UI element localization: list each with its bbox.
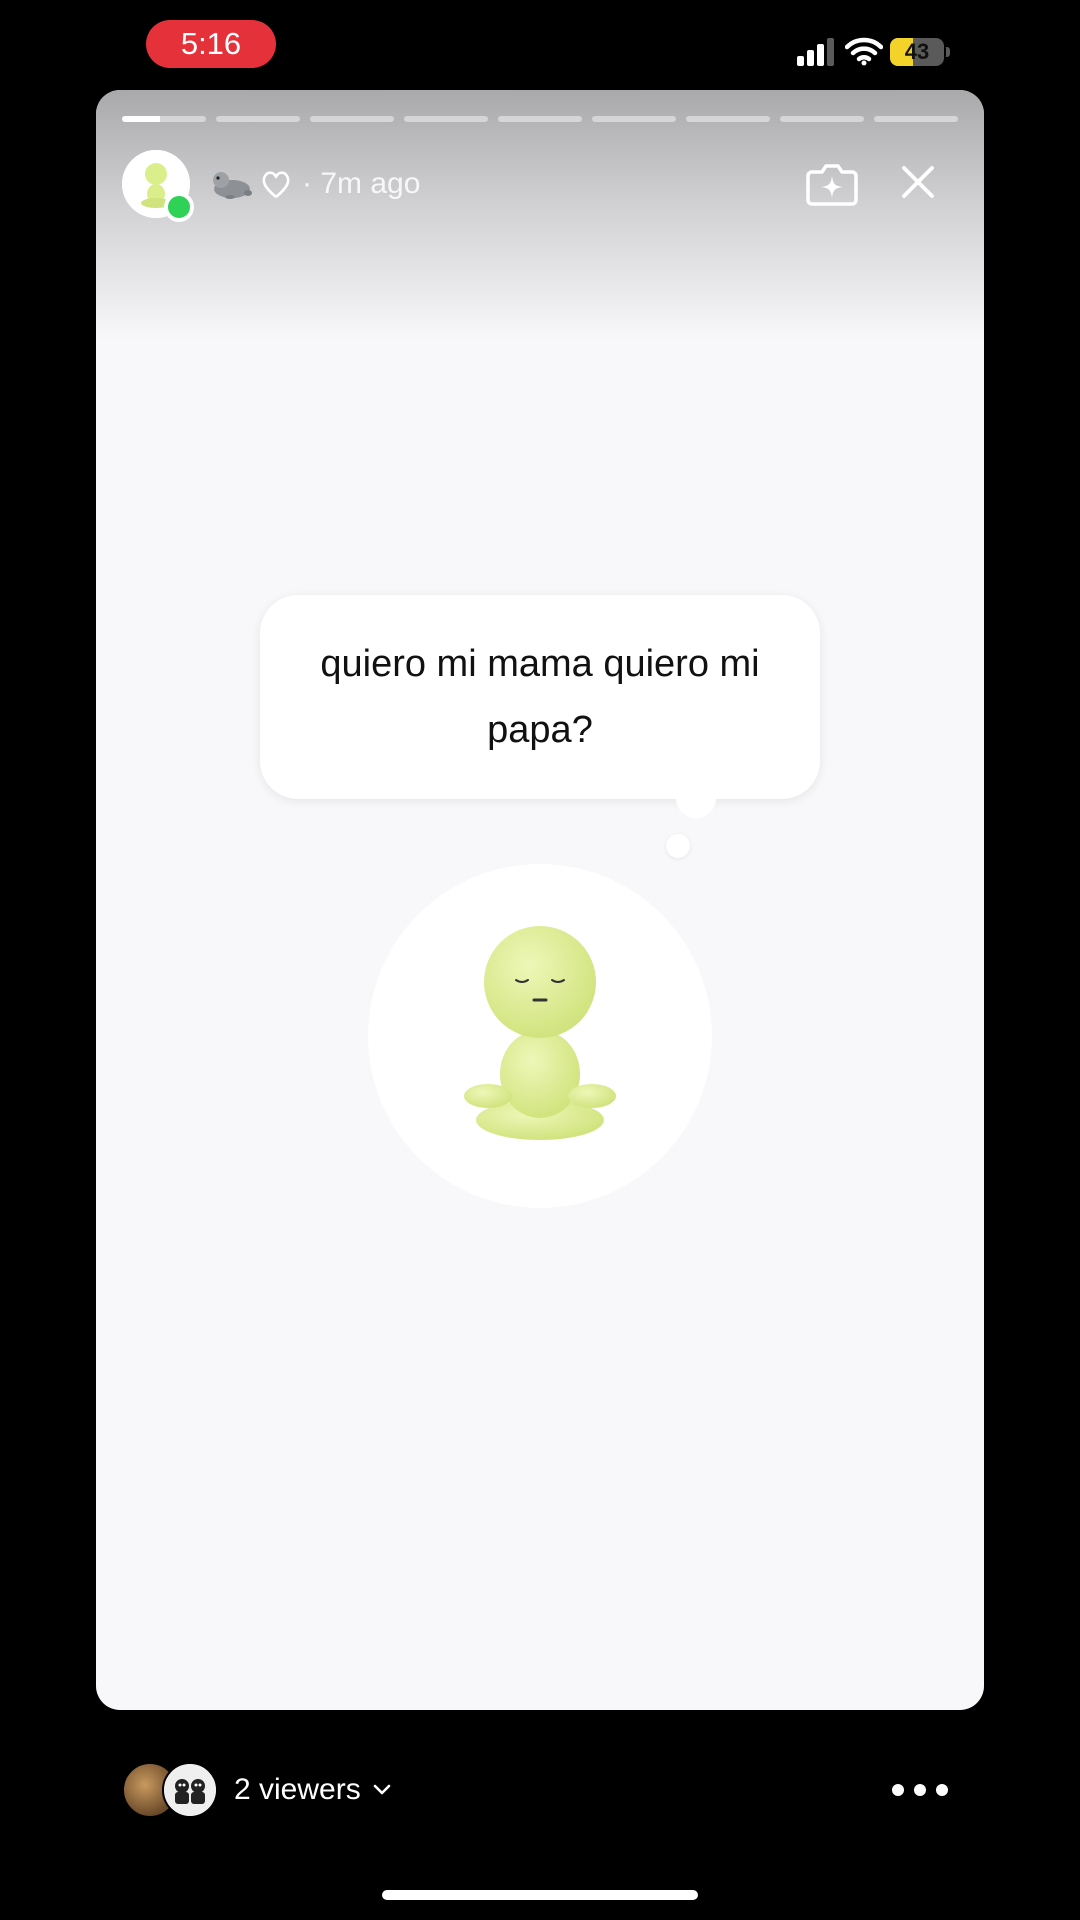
story-progress <box>122 116 958 122</box>
progress-segment <box>498 116 582 122</box>
battery-icon: 43 <box>890 38 950 66</box>
progress-segment <box>216 116 300 122</box>
more-dot <box>914 1784 926 1796</box>
progress-segment <box>686 116 770 122</box>
progress-segment-fill <box>122 116 160 122</box>
story-header: · 7m ago <box>122 150 958 222</box>
status-bar: 5:16 43 <box>0 0 1080 90</box>
progress-segment <box>122 116 206 122</box>
note-bubble[interactable]: quiero mi mama quiero mi papa? <box>260 595 820 799</box>
status-time[interactable]: 5:16 <box>146 20 276 68</box>
heart-outline-icon <box>262 171 290 198</box>
close-icon[interactable] <box>900 164 936 200</box>
chevron-down-icon <box>373 1784 391 1795</box>
meditating-figure-icon <box>464 926 616 1140</box>
home-indicator[interactable] <box>382 1890 698 1900</box>
viewers-label: 2 viewers <box>234 1773 361 1806</box>
viewer-avatar <box>162 1762 218 1818</box>
progress-segment <box>780 116 864 122</box>
progress-segment <box>592 116 676 122</box>
story-footer: 2 viewers <box>0 1740 1080 1840</box>
note-text: quiero mi mama quiero mi papa? <box>320 643 760 751</box>
story-time-ago: · 7m ago <box>302 167 421 200</box>
progress-segment <box>404 116 488 122</box>
more-dot <box>936 1784 948 1796</box>
viewers-button[interactable]: 2 viewers <box>234 1766 391 1814</box>
battery-body: 43 <box>890 38 944 66</box>
seal-emoji-icon <box>213 172 252 199</box>
progress-segment <box>310 116 394 122</box>
author-avatar[interactable] <box>122 150 194 222</box>
viewer-avatars[interactable] <box>122 1762 222 1818</box>
progress-segment <box>874 116 958 122</box>
story-card[interactable]: · 7m ago quiero mi mama quiero mi papa? <box>96 90 984 1710</box>
sparkle-camera-icon[interactable] <box>806 160 858 206</box>
author-name[interactable]: · 7m ago <box>210 164 420 204</box>
wifi-icon <box>845 37 883 66</box>
battery-level: 43 <box>904 39 930 64</box>
viewer-avatar-image <box>164 1764 216 1816</box>
note-author-figure[interactable] <box>368 864 712 1208</box>
note-bubble-tail <box>676 792 716 818</box>
battery-nub <box>946 47 950 57</box>
signal-icon <box>797 38 834 66</box>
note-bubble-dot <box>666 834 690 858</box>
more-dot <box>892 1784 904 1796</box>
more-icon[interactable] <box>892 1778 948 1802</box>
online-status-dot <box>164 192 194 222</box>
